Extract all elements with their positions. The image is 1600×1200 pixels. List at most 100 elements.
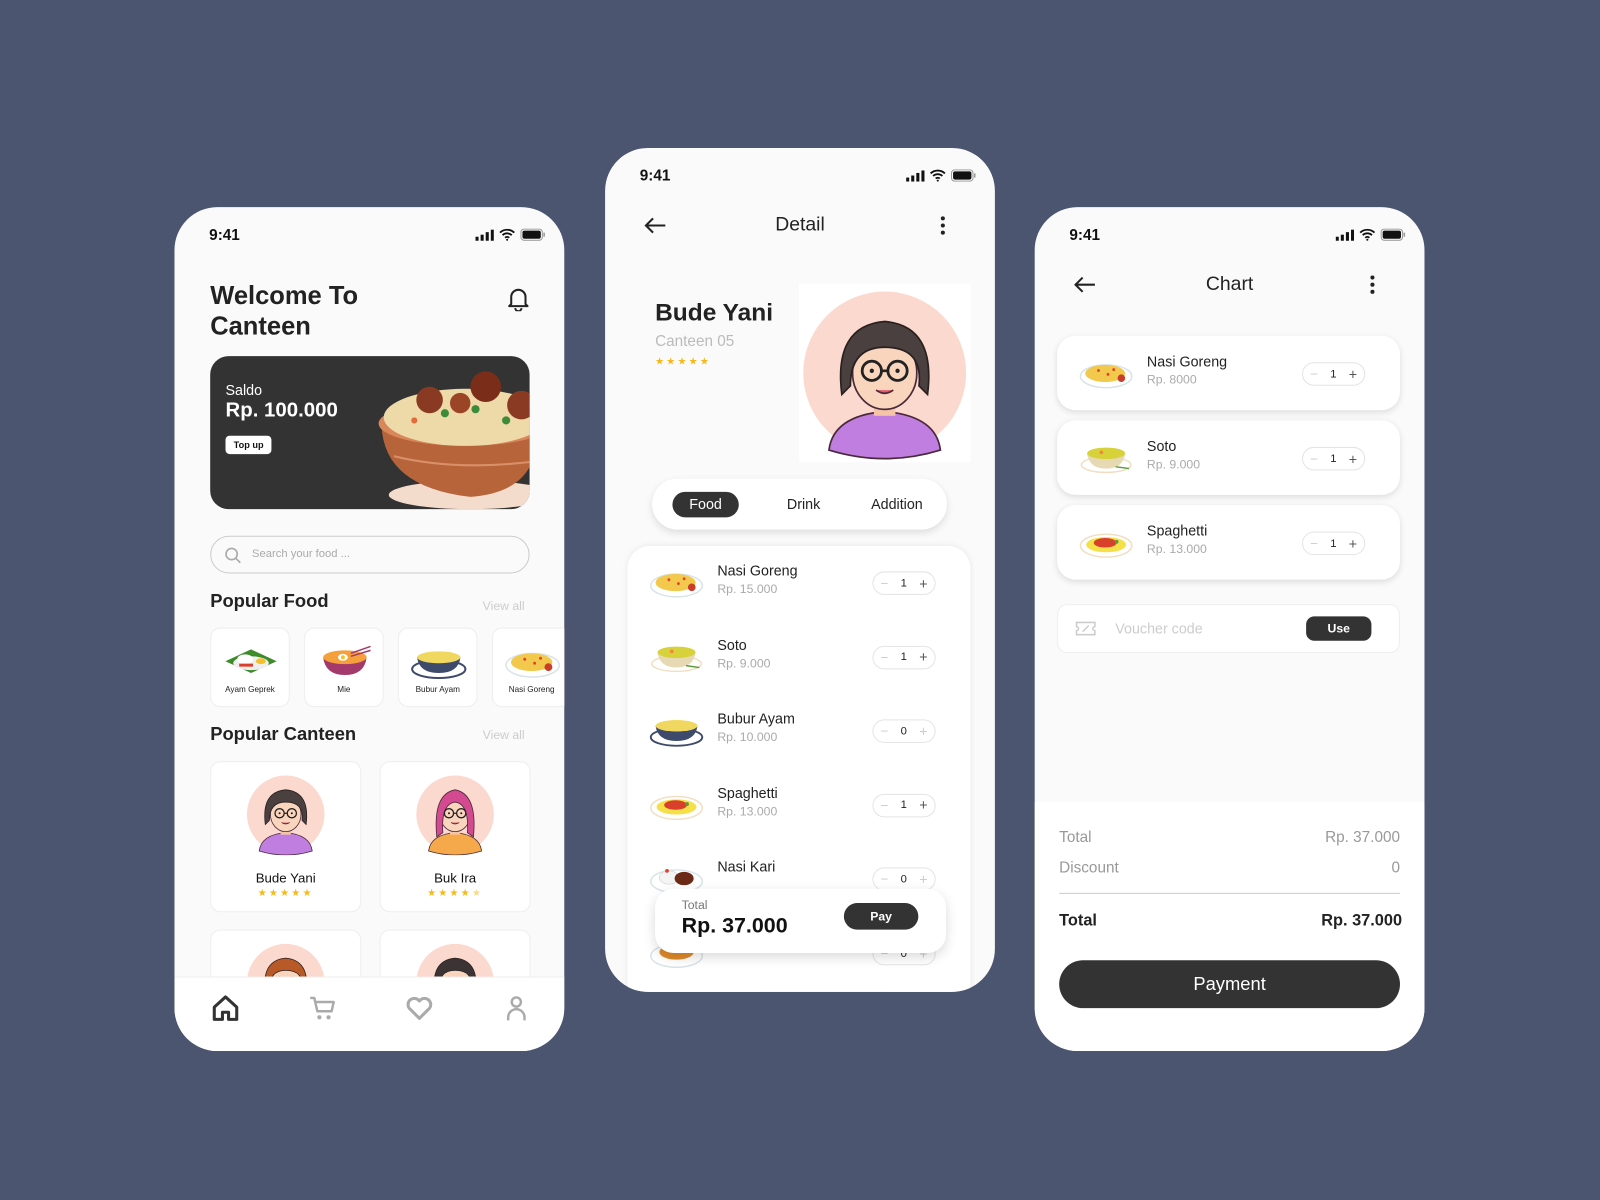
owner-avatar <box>798 283 971 463</box>
menu-item[interactable]: Spaghetti Rp. 13.000 <box>1147 522 1207 556</box>
title-line-1: Welcome To <box>210 281 359 311</box>
status-icons <box>906 169 976 182</box>
quantity-stepper[interactable]: − 0 + <box>872 719 936 744</box>
quantity-stepper[interactable]: − 1 + <box>1302 362 1366 386</box>
topup-button[interactable]: Top up <box>225 435 272 455</box>
plus-button[interactable]: + <box>1349 535 1357 551</box>
quantity-stepper[interactable]: − 1 + <box>872 571 936 595</box>
total-label: Total <box>1059 912 1097 930</box>
item-price: Rp. 13.000 <box>717 803 778 819</box>
total-value: Rp. 37.000 <box>1321 912 1403 930</box>
plus-button[interactable]: + <box>919 871 927 887</box>
item-price: Rp. 15.000 <box>717 581 778 596</box>
summary-panel: Total Rp. 37.000 Discount 0 Total Rp. 37… <box>1034 802 1425 1052</box>
minus-button[interactable]: − <box>881 872 889 887</box>
quantity-value: 1 <box>900 799 907 812</box>
search-input[interactable]: Search your food ... <box>210 535 530 574</box>
minus-button[interactable]: − <box>1310 366 1318 381</box>
quantity-stepper[interactable]: − 1 + <box>872 793 936 818</box>
food-image <box>221 643 280 685</box>
menu-item[interactable]: Soto Rp. 9.000 <box>1147 438 1200 472</box>
pay-button[interactable]: Pay <box>843 903 919 930</box>
plus-button[interactable]: + <box>919 797 927 813</box>
plus-button[interactable]: + <box>919 575 927 591</box>
user-icon[interactable] <box>501 993 532 1024</box>
quantity-stepper[interactable]: − 0 + <box>872 867 936 892</box>
payment-button[interactable]: Payment <box>1059 960 1400 1009</box>
food-image <box>648 564 705 604</box>
item-name: Bubur Ayam <box>717 710 795 727</box>
bell-icon[interactable] <box>507 287 529 312</box>
quantity-stepper[interactable]: − 1 + <box>872 645 936 669</box>
status-icons <box>475 228 546 241</box>
rating-stars: ★★★★★ <box>655 356 712 368</box>
popular-food-card[interactable]: Ayam Geprek <box>210 627 290 708</box>
popular-food-card[interactable]: Mie <box>304 627 384 708</box>
menu-item[interactable]: Soto Rp. 9.000 <box>717 636 770 670</box>
status-time: 9:41 <box>209 226 240 244</box>
item-price: Rp. 8000 <box>1146 372 1197 387</box>
popular-canteen-title: Popular Canteen <box>210 723 357 744</box>
quantity-stepper[interactable]: − 1 + <box>1302 446 1366 471</box>
quantity-value: 1 <box>1330 537 1337 550</box>
minus-button[interactable]: − <box>881 724 889 739</box>
chart-screen: 9:41 Chart Nasi Goreng Rp. 8000 − 1 + So… <box>1034 207 1425 1052</box>
popular-food-view-all[interactable]: View all <box>483 599 525 613</box>
menu-item[interactable]: Spaghetti Rp. 13.000 <box>717 784 777 818</box>
menu-item[interactable]: Nasi Goreng Rp. 8000 <box>1147 353 1227 387</box>
heart-icon[interactable] <box>404 993 435 1024</box>
balance-card: Saldo Rp. 100.000 Top up <box>210 356 530 510</box>
more-vertical-icon[interactable] <box>939 215 947 235</box>
canteen-card[interactable]: Bude Yani ★★★★★ <box>210 761 362 913</box>
discount-label: Discount <box>1059 859 1119 877</box>
balance-label: Saldo <box>225 381 263 398</box>
minus-button[interactable]: − <box>881 798 889 813</box>
plus-button[interactable]: + <box>1349 451 1357 467</box>
cart-icon[interactable] <box>307 993 338 1024</box>
food-label: Nasi Goreng <box>508 684 555 694</box>
canteen-owner-name: Bude Yani <box>655 298 774 327</box>
popular-canteen-view-all[interactable]: View all <box>483 728 525 742</box>
status-time: 9:41 <box>639 167 671 185</box>
discount-value: 0 <box>1391 859 1400 877</box>
balance-amount: Rp. 100.000 <box>225 398 338 422</box>
food-image <box>409 643 468 685</box>
tab-drink[interactable]: Drink <box>770 492 836 518</box>
minus-button[interactable]: − <box>1310 451 1318 466</box>
popular-food-title: Popular Food <box>210 590 329 612</box>
quantity-stepper[interactable]: − 1 + <box>1302 531 1366 556</box>
battery-icon <box>951 169 976 182</box>
item-name: Spaghetti <box>1146 522 1208 539</box>
quantity-value: 1 <box>900 651 907 664</box>
home-icon[interactable] <box>210 993 241 1024</box>
item-price: Rp. 9.000 <box>717 655 771 670</box>
food-image <box>648 638 705 678</box>
tab-food[interactable]: Food <box>672 491 739 518</box>
voucher-input[interactable]: Voucher code Use <box>1057 604 1400 654</box>
canteen-name: Buk Ira <box>434 870 477 886</box>
search-icon <box>225 547 241 564</box>
wifi-icon <box>1359 228 1376 241</box>
quantity-value: 1 <box>1330 452 1337 465</box>
canteen-avatar <box>416 775 494 856</box>
plus-button[interactable]: + <box>1349 366 1357 382</box>
menu-item[interactable]: Bubur Ayam Rp. 10.000 <box>717 710 795 744</box>
menu-item[interactable]: Nasi Kari <box>717 859 775 878</box>
plus-button[interactable]: + <box>919 723 927 739</box>
use-voucher-button[interactable]: Use <box>1306 616 1372 641</box>
canteen-card[interactable]: Buk Ira ★★★★★ <box>379 761 531 913</box>
minus-button[interactable]: − <box>881 650 889 665</box>
detail-screen: 9:41 Detail Bude Yani Canteen 05 ★★★★★ F… <box>605 147 995 992</box>
minus-button[interactable]: − <box>1310 536 1318 551</box>
home-screen: 9:41 Welcome To Canteen Saldo Rp. 100.00… <box>174 207 565 1052</box>
minus-button[interactable]: − <box>881 576 889 591</box>
plus-button[interactable]: + <box>919 649 927 665</box>
tab-addition[interactable]: Addition <box>854 492 940 518</box>
popular-food-card[interactable]: Bubur Ayam <box>397 627 478 708</box>
popular-food-card[interactable]: Nasi Goreng <box>491 627 565 708</box>
food-image <box>648 712 705 752</box>
subtotal-value: Rp. 37.000 <box>1325 828 1400 846</box>
menu-item[interactable]: Nasi Goreng Rp. 15.000 <box>717 562 797 596</box>
canteen-rating-stars: ★★★★★ <box>427 887 484 899</box>
more-vertical-icon[interactable] <box>1368 274 1376 294</box>
